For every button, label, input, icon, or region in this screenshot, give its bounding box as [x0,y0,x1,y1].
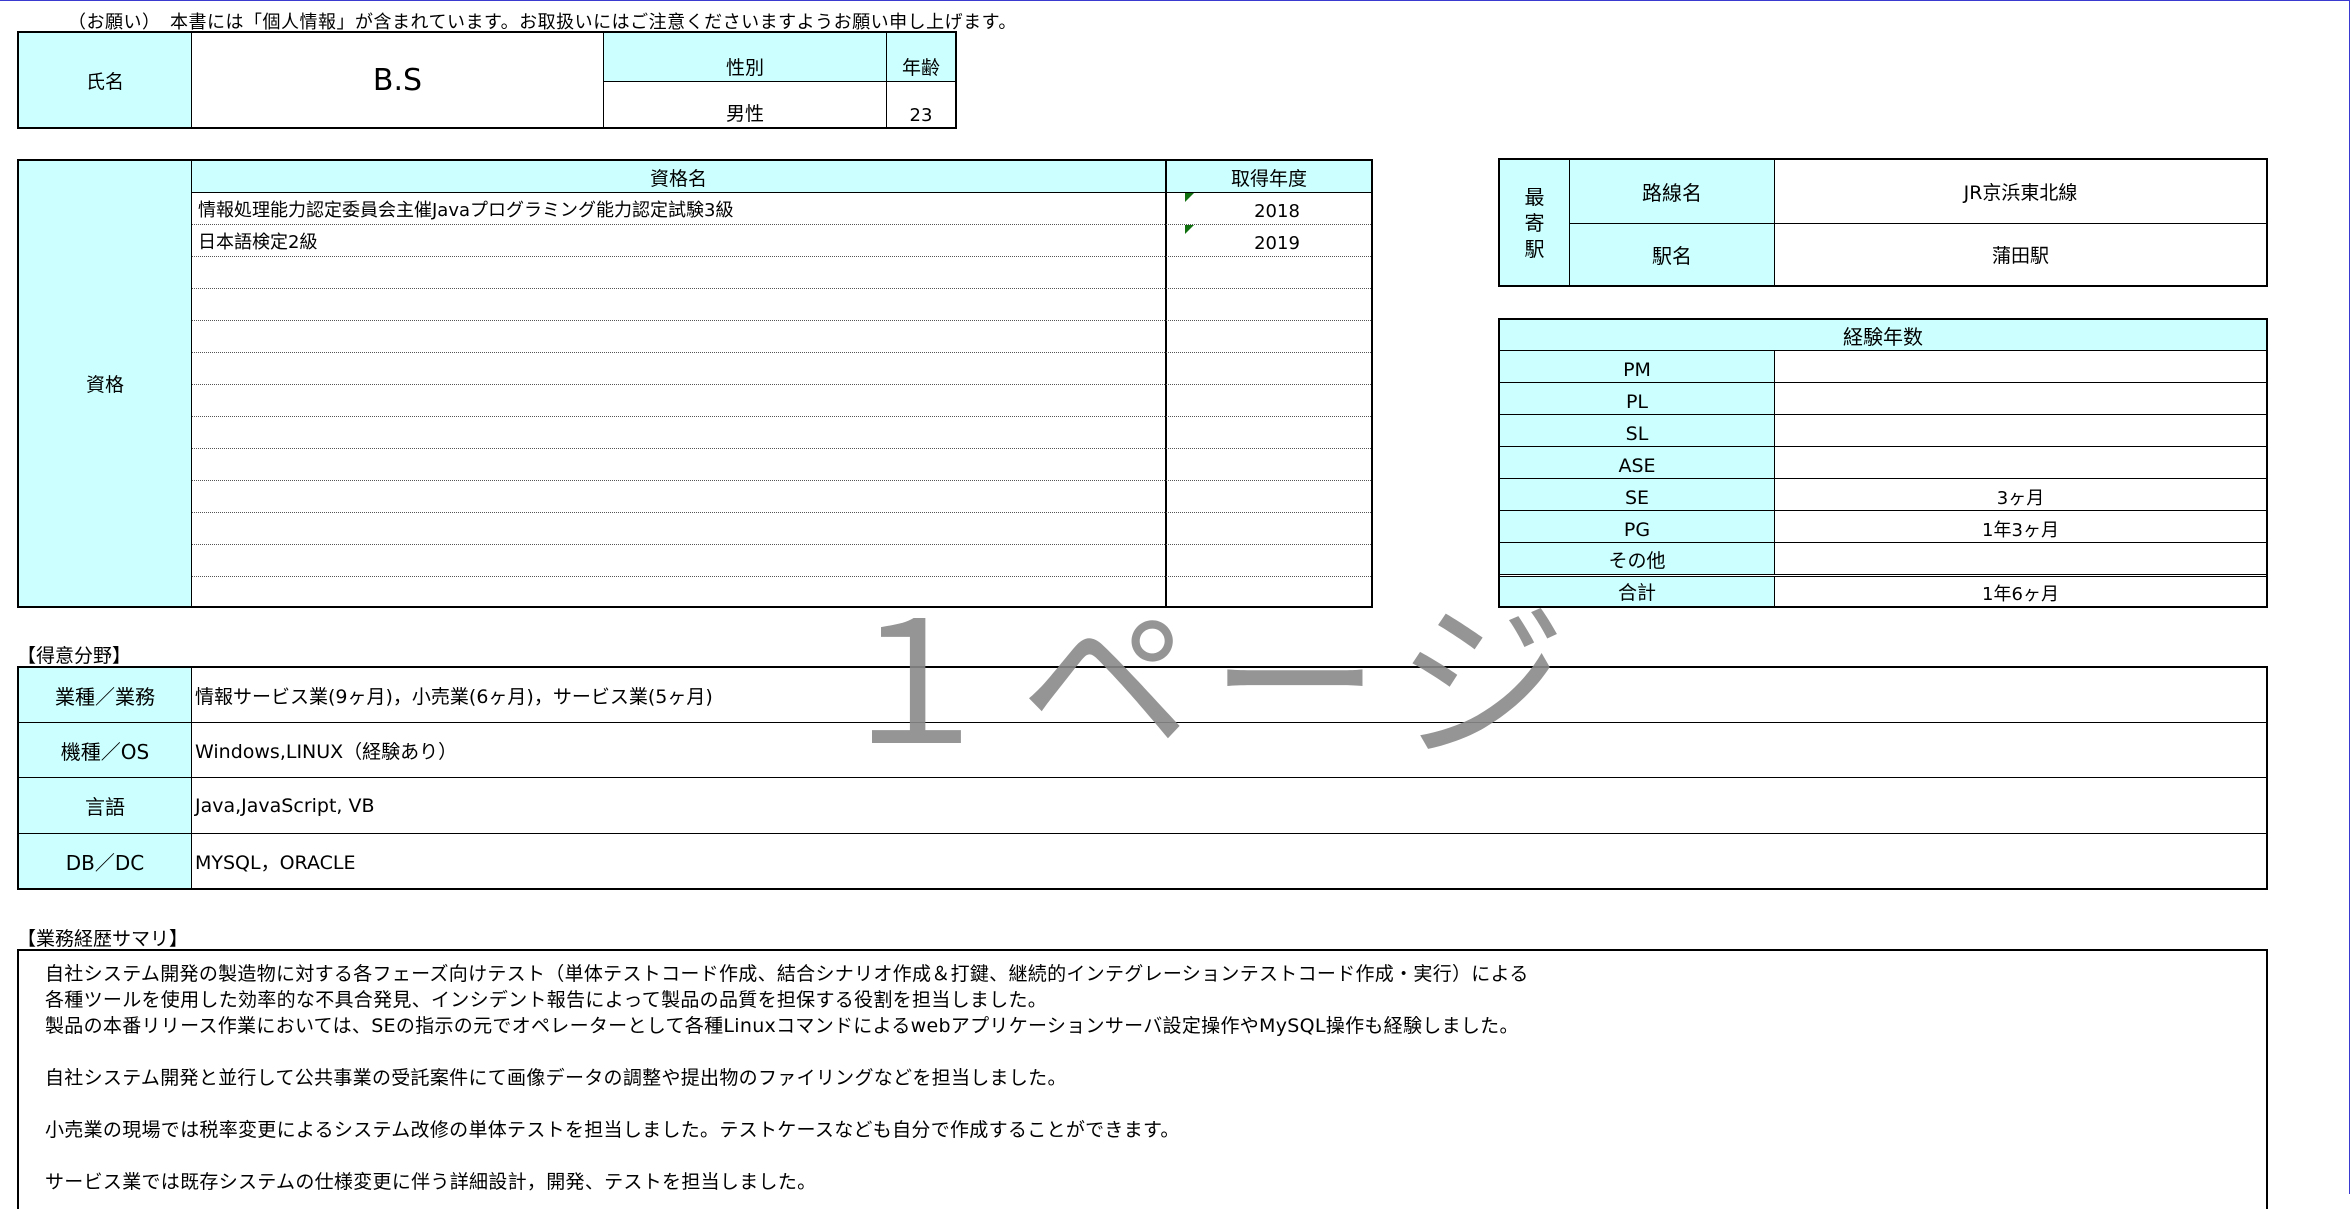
experience-role-value: 1年3ヶ月 [1982,520,2059,541]
qualifications-table: 資格 資格名 取得年度 情報処理能力認定委員会主催Javaプログラミング能力認定… [17,159,1373,608]
experience-total-row[interactable]: 合計 1年6ヶ月 [1500,574,2266,606]
label-char: 寄 [1524,210,1545,235]
specialty-value: Windows,LINUX（経験あり） [195,740,458,763]
experience-role-label: PL [1500,383,1775,414]
experience-row[interactable]: PG 1年3ヶ月 [1500,510,2266,542]
summary-line: サービス業では既存システムの仕様変更に伴う詳細設計，開発、テストを担当しました。 [45,1171,817,1193]
specialty-row[interactable]: 言語 Java,JavaScript, VB [19,778,2266,834]
station-name-label: 駅名 [1570,224,1775,285]
experience-role-value [1775,415,2266,447]
qualification-row[interactable] [192,289,1371,321]
specialty-value: 情報サービス業(9ヶ月)，小売業(6ヶ月)，サービス業(5ヶ月) [195,685,713,708]
station-name-value[interactable]: 蒲田駅 [1775,224,2266,285]
summary-box[interactable]: 自社システム開発の製造物に対する各フェーズ向けテスト（単体テストコード作成、結合… [17,949,2268,1209]
experience-role-value: 3ヶ月 [1996,488,2045,509]
nearest-station-label: 最 寄 駅 [1500,160,1570,285]
qualification-year: 2018 [1254,201,1300,222]
qualification-name: 情報処理能力認定委員会主催Javaプログラミング能力認定試験3級 [198,200,734,221]
age-value[interactable]: 23 [887,82,955,127]
experience-row[interactable]: SL [1500,414,2266,446]
experience-row[interactable]: その他 [1500,542,2266,574]
profile-table: 氏名 B.S 性別 年齢 男性 23 [17,31,957,129]
qualification-row[interactable] [192,545,1371,577]
qualifications-label: 資格 [19,161,192,606]
line-name-label: 路線名 [1570,160,1775,224]
name-label: 氏名 [19,33,192,127]
qualification-row[interactable] [192,449,1371,481]
nearest-station-table: 最 寄 駅 路線名 JR京浜東北線 駅名 蒲田駅 [1498,158,2268,287]
experience-row[interactable]: PL [1500,382,2266,414]
summary-line: 自社システム開発の製造物に対する各フェーズ向けテスト（単体テストコード作成、結合… [45,963,1529,985]
qualification-row[interactable] [192,257,1371,289]
label-char: 最 [1524,184,1545,209]
specialty-label: 言語 [19,778,192,833]
specialty-label: 機種／OS [19,723,192,777]
qualification-name: 日本語検定2級 [198,232,318,253]
qualification-year-header: 取得年度 [1167,161,1371,193]
experience-role-label: ASE [1500,447,1775,478]
qualification-year: 2019 [1254,233,1300,254]
qualification-row[interactable]: 日本語検定2級 2019 [192,225,1371,257]
qualification-row[interactable] [192,513,1371,545]
summary-line: 自社システム開発と並行して公共事業の受託案件にて画像データの調整や提出物のファイ… [45,1067,1067,1089]
label-char: 駅 [1524,236,1545,261]
specialty-heading: 【得意分野】 [17,645,132,667]
qualification-row[interactable] [192,385,1371,417]
experience-role-label: PM [1500,351,1775,382]
specialty-value: MYSQL，ORACLE [195,851,356,874]
experience-row[interactable]: PM [1500,350,2266,382]
page-number-watermark: １ページ [830,586,1587,784]
experience-row[interactable]: ASE [1500,446,2266,478]
experience-table: 経験年数 PM PL SL ASE SE 3ヶ月 PG 1年3ヶ月 その他 合計… [1498,318,2268,608]
qualification-row[interactable] [192,321,1371,353]
age-label: 年齢 [887,33,955,82]
experience-role-value [1775,447,2266,479]
summary-line: 小売業の現場では税率変更によるシステム改修の単体テストを担当しました。テストケー… [45,1119,1180,1141]
summary-heading: 【業務経歴サマリ】 [17,928,189,950]
experience-role-value [1775,543,2266,575]
specialty-label: DB／DC [19,834,192,888]
gender-value[interactable]: 男性 [604,82,887,127]
experience-row[interactable]: SE 3ヶ月 [1500,478,2266,510]
summary-line: 各種ツールを使用した効率的な不具合発見、インシデント報告によって製品の品質を担保… [45,989,1048,1011]
experience-role-label: PG [1500,511,1775,542]
experience-role-label: その他 [1500,543,1775,574]
line-name-value[interactable]: JR京浜東北線 [1775,160,2266,224]
qualification-row[interactable] [192,353,1371,385]
qualification-row[interactable]: 情報処理能力認定委員会主催Javaプログラミング能力認定試験3級 2018 [192,193,1371,225]
experience-title: 経験年数 [1500,320,2266,350]
gender-label: 性別 [604,33,887,82]
name-value[interactable]: B.S [192,33,604,127]
specialty-row[interactable]: DB／DC MYSQL，ORACLE [19,834,2266,888]
specialty-label: 業種／業務 [19,668,192,722]
qualification-row[interactable] [192,481,1371,513]
experience-role-value [1775,351,2266,383]
experience-role-label: SE [1500,479,1775,510]
experience-role-value [1775,383,2266,415]
qualification-row[interactable] [192,417,1371,449]
specialty-value: Java,JavaScript, VB [195,794,375,817]
summary-line: 製品の本番リリース作業においては、SEの指示の元でオペレーターとして各種Linu… [45,1015,1519,1037]
experience-total-value: 1年6ヶ月 [1982,584,2059,605]
experience-role-label: SL [1500,415,1775,446]
qualification-name-header: 資格名 [192,161,1167,193]
